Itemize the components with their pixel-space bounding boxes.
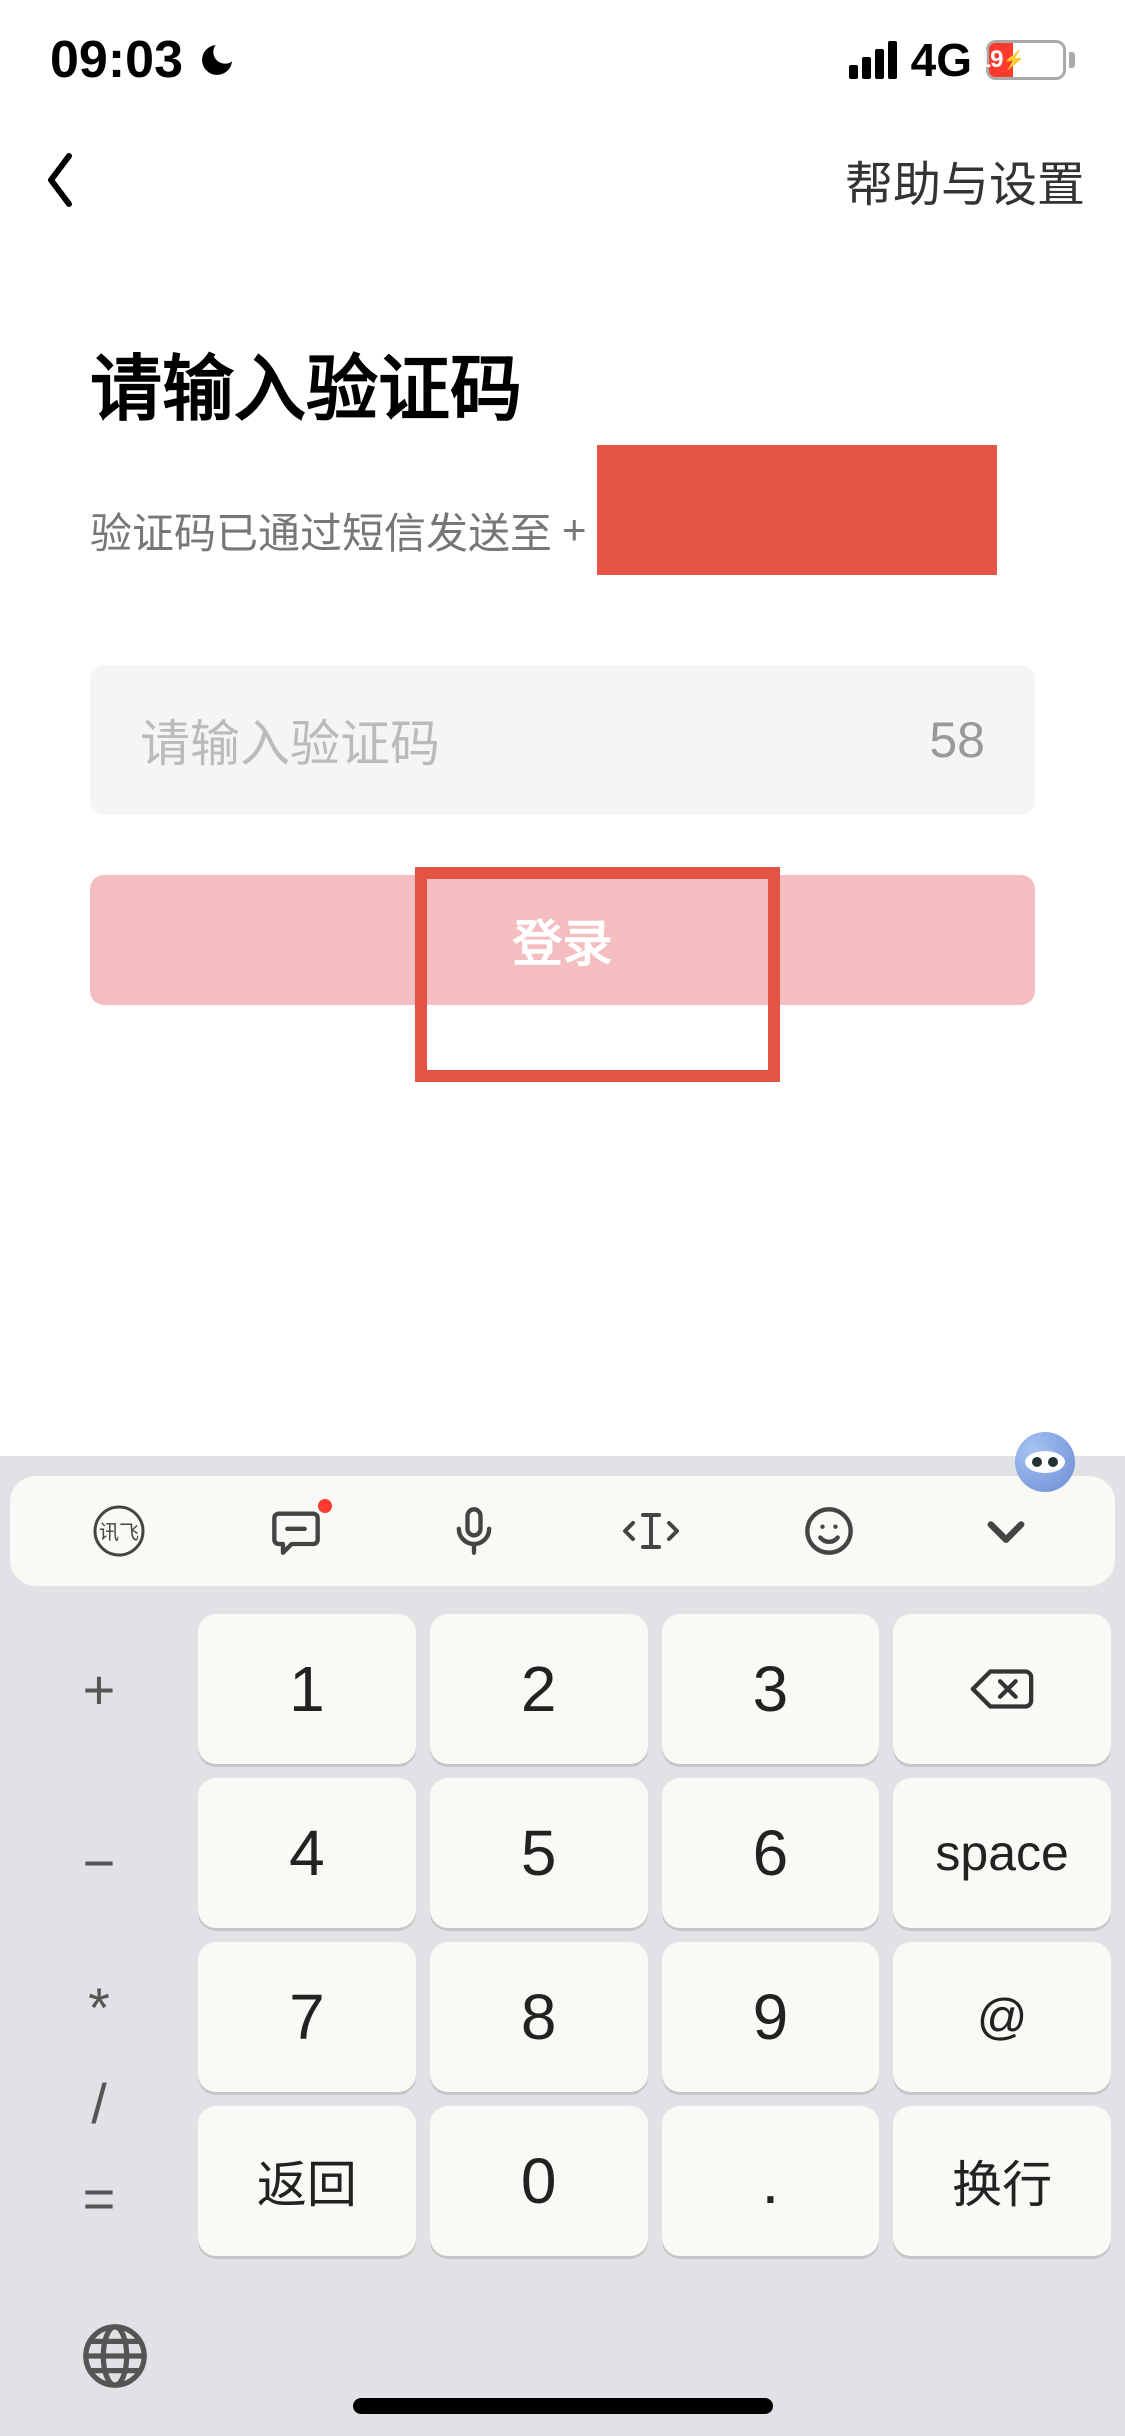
back-button[interactable]: [40, 150, 80, 210]
ime-brand-icon: 讯飞: [91, 1503, 147, 1559]
battery-bolt: ⚡: [1002, 50, 1023, 71]
annotation-frame: [415, 867, 780, 1082]
key-at[interactable]: @: [893, 1942, 1111, 2092]
cursor-move-icon: [621, 1505, 681, 1557]
keyboard-toolbar: 讯飞: [10, 1476, 1115, 1586]
key-newline[interactable]: 换行: [893, 2106, 1111, 2256]
status-left: 09:03: [50, 30, 237, 90]
notification-dot-icon: [318, 1499, 332, 1513]
assistant-avatar-icon[interactable]: [1015, 1432, 1075, 1492]
chevron-left-icon: [40, 150, 80, 210]
ime-brand-button[interactable]: 讯飞: [89, 1501, 149, 1561]
signal-icon: [849, 41, 897, 79]
cursor-control-button[interactable]: [621, 1501, 681, 1561]
voice-input-button[interactable]: [444, 1501, 504, 1561]
key-0[interactable]: 0: [430, 2106, 648, 2256]
key-4[interactable]: 4: [198, 1778, 416, 1928]
resend-countdown: 58: [929, 711, 985, 769]
login-button[interactable]: 登录: [90, 875, 1035, 1005]
keyboard-area: 讯飞 + 1 2 3: [0, 1456, 1125, 2436]
status-bar: 09:03 4G 19⚡: [0, 0, 1125, 120]
chevron-down-icon: [980, 1505, 1032, 1557]
content: 请输入验证码 验证码已通过短信发送至 + 请输入验证码 58 登录: [0, 240, 1125, 1005]
key-return[interactable]: 返回: [198, 2106, 416, 2256]
key-equals-label: =: [83, 2166, 116, 2231]
help-settings-link[interactable]: 帮助与设置: [845, 145, 1085, 215]
key-3[interactable]: 3: [662, 1614, 880, 1764]
key-6[interactable]: 6: [662, 1778, 880, 1928]
battery-percent: 19: [978, 46, 1003, 74]
status-right: 4G 19⚡: [849, 33, 1075, 87]
emoji-icon: [803, 1505, 855, 1557]
globe-icon: [80, 2321, 150, 2391]
network-type: 4G: [911, 33, 972, 87]
key-backspace[interactable]: [893, 1614, 1111, 1764]
key-9[interactable]: 9: [662, 1942, 880, 2092]
backspace-icon: [967, 1664, 1037, 1714]
key-side-minus-star[interactable]: − *: [14, 1778, 184, 2092]
emoji-button[interactable]: [799, 1501, 859, 1561]
status-time: 09:03: [50, 30, 183, 90]
moon-icon: [197, 40, 237, 80]
key-2[interactable]: 2: [430, 1614, 648, 1764]
phone-prefix: +: [562, 506, 587, 554]
message-square-icon: [270, 1505, 322, 1557]
key-space[interactable]: space: [893, 1778, 1111, 1928]
battery-icon: 19⚡: [986, 40, 1075, 80]
globe-button[interactable]: [80, 2321, 150, 2391]
page-title: 请输入验证码: [90, 330, 1035, 435]
key-7[interactable]: 7: [198, 1942, 416, 2092]
key-star-label: *: [88, 1975, 110, 2040]
svg-text:讯飞: 讯飞: [99, 1521, 139, 1544]
clipboard-button[interactable]: [266, 1501, 326, 1561]
subtitle-row: 验证码已通过短信发送至 +: [90, 465, 1035, 595]
key-side-slash-equals[interactable]: / =: [14, 2106, 184, 2256]
home-indicator[interactable]: [353, 2398, 773, 2414]
code-input-placeholder: 请输入验证码: [140, 704, 440, 776]
microphone-icon: [448, 1505, 500, 1557]
collapse-keyboard-button[interactable]: [976, 1501, 1036, 1561]
key-plus[interactable]: +: [14, 1614, 184, 1764]
key-dot[interactable]: .: [662, 2106, 880, 2256]
key-minus-label: −: [83, 1830, 116, 1895]
key-slash-label: /: [91, 2071, 107, 2136]
key-1[interactable]: 1: [198, 1614, 416, 1764]
code-input[interactable]: 请输入验证码 58: [90, 665, 1035, 815]
nav-bar: 帮助与设置: [0, 120, 1125, 240]
key-8[interactable]: 8: [430, 1942, 648, 2092]
phone-redaction-block: [597, 445, 997, 575]
subtitle-text: 验证码已通过短信发送至: [90, 500, 552, 561]
keyboard-grid: + 1 2 3 − * 4 5 6 space 7 8 9 @ / = 返回 0…: [0, 1600, 1125, 2276]
key-5[interactable]: 5: [430, 1778, 648, 1928]
